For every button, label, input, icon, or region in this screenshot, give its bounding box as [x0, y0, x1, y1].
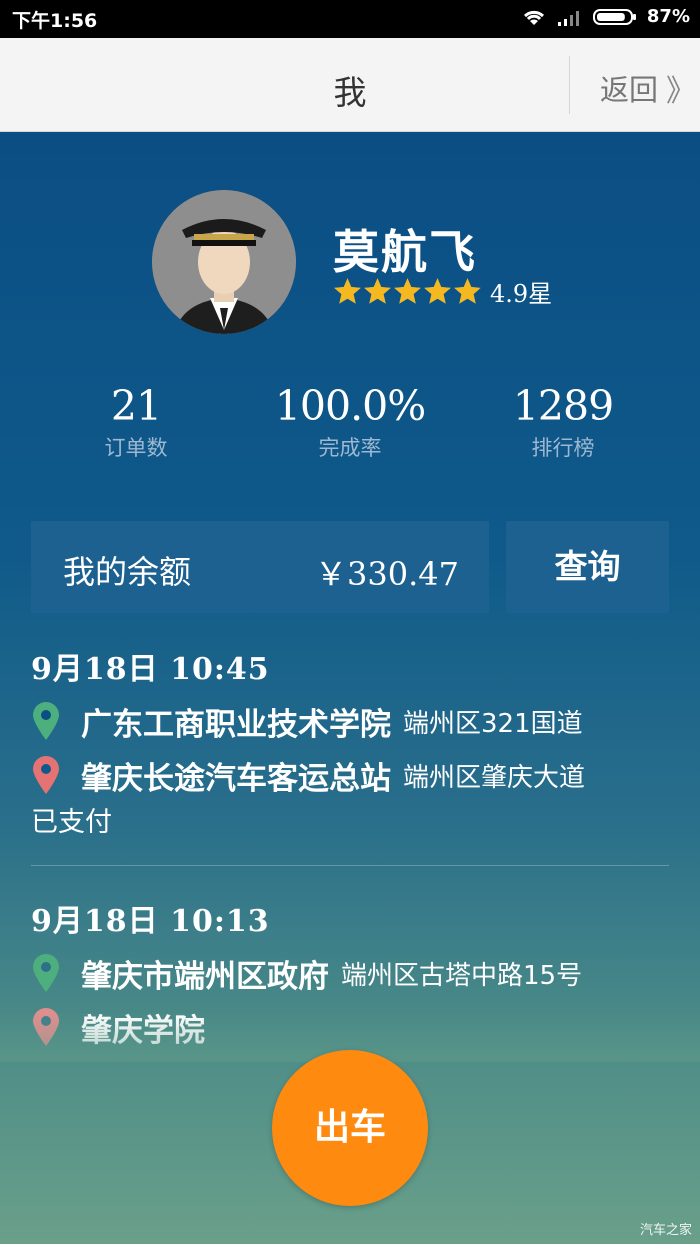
- query-button[interactable]: 查询: [506, 521, 669, 613]
- order-time: 9月18日 10:13: [31, 904, 270, 939]
- star-icon: [334, 278, 361, 304]
- status-icons: 87%: [521, 6, 690, 27]
- star-icon: [364, 278, 391, 304]
- start-name: 肇庆市端州区政府: [81, 958, 329, 995]
- order-item[interactable]: 9月18日 10:13 肇庆市端州区政府 端州区古塔中路15号 肇庆学院: [31, 896, 669, 1049]
- stat-orders[interactable]: 21 订单数: [46, 382, 226, 462]
- back-button[interactable]: 返回 》: [600, 66, 696, 110]
- order-item[interactable]: 9月18日 10:45 广东工商职业技术学院 端州区321国道 肇庆长途汽车客运…: [31, 644, 669, 839]
- order-end-location: 肇庆长途汽车客运总站 端州区肇庆大道: [31, 754, 669, 797]
- order-start-location: 广东工商职业技术学院 端州区321国道: [31, 700, 669, 743]
- stat-ranking[interactable]: 1289 排行榜: [473, 382, 653, 462]
- divider: [31, 865, 669, 866]
- battery-percent: 87%: [646, 6, 690, 27]
- page-title: 我: [333, 73, 367, 112]
- order-end-location: 肇庆学院: [31, 1006, 669, 1049]
- signal-icon: [557, 7, 583, 27]
- status-bar: 下午1:56 87%: [0, 0, 700, 38]
- title-bar: 我 返回 》: [0, 38, 700, 132]
- stat-value: 1289: [512, 382, 614, 430]
- chevron-right-icon: 》: [666, 74, 697, 109]
- watermark: 汽车之家: [639, 1223, 692, 1238]
- driver-name: 莫航飞: [333, 225, 477, 279]
- balance-box[interactable]: 我的余额 ￥330.47: [31, 521, 489, 613]
- back-label: 返回: [600, 73, 659, 107]
- start-pin-icon: [33, 954, 59, 992]
- wifi-icon: [521, 7, 547, 27]
- start-address: 端州区321国道: [403, 708, 583, 739]
- title-divider: [569, 56, 570, 114]
- go-online-button[interactable]: 出车: [272, 1050, 428, 1206]
- star-icon: [394, 278, 421, 304]
- start-address: 端州区古塔中路15号: [341, 960, 583, 991]
- start-name: 广东工商职业技术学院: [81, 706, 391, 743]
- end-name: 肇庆学院: [81, 1012, 205, 1049]
- battery-icon: [592, 7, 637, 27]
- balance-label: 我的余额: [63, 553, 192, 591]
- profile-content: 莫航飞 4.9星 21 订单数 100.0% 完成率 1289 排行榜 我的余额…: [0, 132, 700, 1244]
- rating: 4.9星: [333, 274, 552, 309]
- stat-value: 100.0%: [274, 382, 426, 430]
- stat-value: 21: [110, 382, 162, 430]
- start-pin-icon: [33, 702, 59, 740]
- order-start-location: 肇庆市端州区政府 端州区古塔中路15号: [31, 952, 669, 995]
- stat-label: 订单数: [104, 436, 168, 460]
- order-time: 9月18日 10:45: [31, 652, 270, 687]
- balance-amount: ￥330.47: [315, 555, 459, 593]
- end-name: 肇庆长途汽车客运总站: [81, 760, 391, 797]
- end-pin-icon: [33, 756, 59, 794]
- driver-avatar-icon: [152, 190, 296, 334]
- end-address: 端州区肇庆大道: [403, 762, 586, 793]
- stat-label: 完成率: [318, 436, 382, 460]
- status-time: 下午1:56: [12, 10, 98, 32]
- rating-stars: [333, 277, 482, 306]
- avatar[interactable]: [152, 190, 296, 334]
- stat-completion-rate[interactable]: 100.0% 完成率: [260, 382, 440, 462]
- star-icon: [424, 278, 451, 304]
- rating-text: 4.9星: [490, 280, 553, 308]
- order-status: 已支付: [31, 807, 112, 838]
- star-icon: [454, 278, 481, 304]
- end-pin-icon: [33, 1008, 59, 1046]
- stat-label: 排行榜: [531, 436, 595, 460]
